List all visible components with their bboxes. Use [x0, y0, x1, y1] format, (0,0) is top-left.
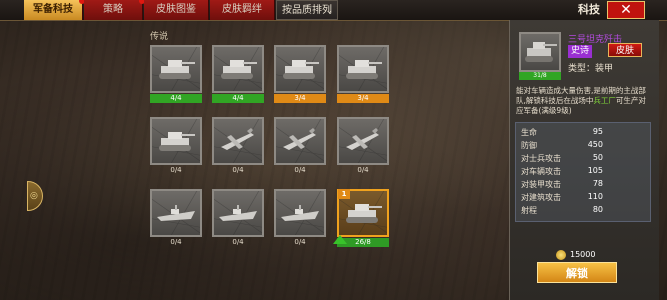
stat-label: 生命 — [521, 128, 537, 137]
tab-skin-gallery[interactable]: 皮肤图鉴 — [144, 0, 209, 20]
level-badge: 1 — [338, 189, 350, 199]
card-progress: 3/4 — [274, 94, 326, 103]
tech-card[interactable] — [212, 117, 264, 165]
stat-value: 105 — [587, 166, 603, 175]
stat-row: 射程 80 — [521, 205, 603, 218]
stat-value: 110 — [587, 192, 603, 201]
tech-card[interactable] — [150, 45, 202, 93]
sort-dropdown[interactable]: 按品质排列 ⌄ — [276, 0, 338, 20]
tank-icon — [525, 42, 557, 62]
tech-card[interactable] — [337, 117, 389, 165]
stat-row: 生命 95 — [521, 127, 603, 140]
selected-unit-thumbnail — [519, 32, 561, 72]
tech-card[interactable] — [274, 117, 326, 165]
chevron-down-icon: ⌄ — [325, 6, 333, 16]
stat-label: 射程 — [521, 206, 537, 215]
tab-label: 策略 — [103, 4, 123, 15]
stat-row: 对车辆攻击 105 — [521, 166, 603, 179]
tab-label: 皮肤图鉴 — [156, 4, 196, 15]
tech-card[interactable] — [337, 45, 389, 93]
card-progress: 0/4 — [294, 166, 306, 174]
tech-card[interactable] — [150, 189, 202, 237]
card-progress: 0/4 — [294, 238, 306, 246]
coin-icon — [556, 250, 566, 260]
stat-value: 95 — [592, 127, 603, 136]
description-highlight: 兵工厂 — [593, 96, 616, 105]
tech-card[interactable] — [274, 45, 326, 93]
tab-label: 军备科技 — [33, 4, 73, 15]
unit-description: 能对车辆造成大量伤害,是前期的主战部队,解锁科技后在战场中兵工厂可生产对应军备(… — [516, 86, 652, 116]
card-progress: 0/4 — [232, 166, 244, 174]
stat-value: 78 — [592, 179, 603, 188]
card-progress: 0/4 — [170, 238, 182, 246]
cost-value: 15000 — [570, 250, 596, 259]
upgrade-arrow-icon — [333, 235, 347, 244]
card-progress: 4/4 — [212, 94, 264, 103]
tech-card[interactable] — [274, 189, 326, 237]
emblem-icon: ◎ — [30, 191, 38, 201]
page-title: 科技 — [578, 3, 600, 16]
tech-card[interactable] — [212, 45, 264, 93]
unlock-cost: 15000 — [556, 249, 595, 261]
close-button[interactable]: ✕ — [607, 1, 645, 19]
unit-type: 类型：装甲 — [568, 64, 614, 74]
stat-label: 防御 — [521, 141, 537, 150]
stat-label: 对车辆攻击 — [521, 167, 561, 176]
tab-label: 皮肤羁绊 — [222, 4, 262, 15]
rarity-badge: 史诗 — [568, 45, 593, 58]
tab-skin-bond[interactable]: 皮肤羁绊 — [210, 0, 275, 20]
tech-card[interactable] — [150, 117, 202, 165]
stat-value: 50 — [592, 153, 603, 162]
skin-button[interactable]: 皮肤 — [608, 43, 642, 57]
unlock-button[interactable]: 解锁 — [537, 262, 617, 283]
thumbnail-progress: 31/8 — [519, 72, 561, 80]
close-icon: ✕ — [620, 2, 632, 18]
tab-military-tech[interactable]: 军备科技 — [24, 0, 85, 20]
card-progress: 0/4 — [357, 166, 369, 174]
card-progress: 0/4 — [232, 238, 244, 246]
stat-row: 对建筑攻击 110 — [521, 192, 603, 205]
stat-label: 对士兵攻击 — [521, 154, 561, 163]
tab-strategy[interactable]: 策略 — [84, 0, 145, 20]
stat-row: 对装甲攻击 78 — [521, 179, 603, 192]
stat-value: 80 — [592, 205, 603, 214]
section-label-legendary: 传说 — [150, 32, 169, 42]
card-progress: 4/4 — [150, 94, 202, 103]
stat-label: 对建筑攻击 — [521, 193, 561, 202]
card-progress: 3/4 — [337, 94, 389, 103]
stat-row: 防御 450 — [521, 140, 603, 153]
stat-row: 对士兵攻击 50 — [521, 153, 603, 166]
top-bar: 军备科技 策略 皮肤图鉴 皮肤羁绊 按品质排列 ⌄ 科技 ✕ — [0, 0, 667, 21]
stat-label: 对装甲攻击 — [521, 180, 561, 189]
card-progress: 0/4 — [170, 166, 182, 174]
stats-box: 生命 95 防御 450 对士兵攻击 50 对车辆攻击 105 对装甲攻击 78 对建筑攻击 110 射… — [515, 122, 651, 222]
side-menu-handle[interactable]: ◎ — [27, 181, 43, 211]
stat-value: 450 — [587, 140, 603, 149]
tech-card[interactable] — [212, 189, 264, 237]
